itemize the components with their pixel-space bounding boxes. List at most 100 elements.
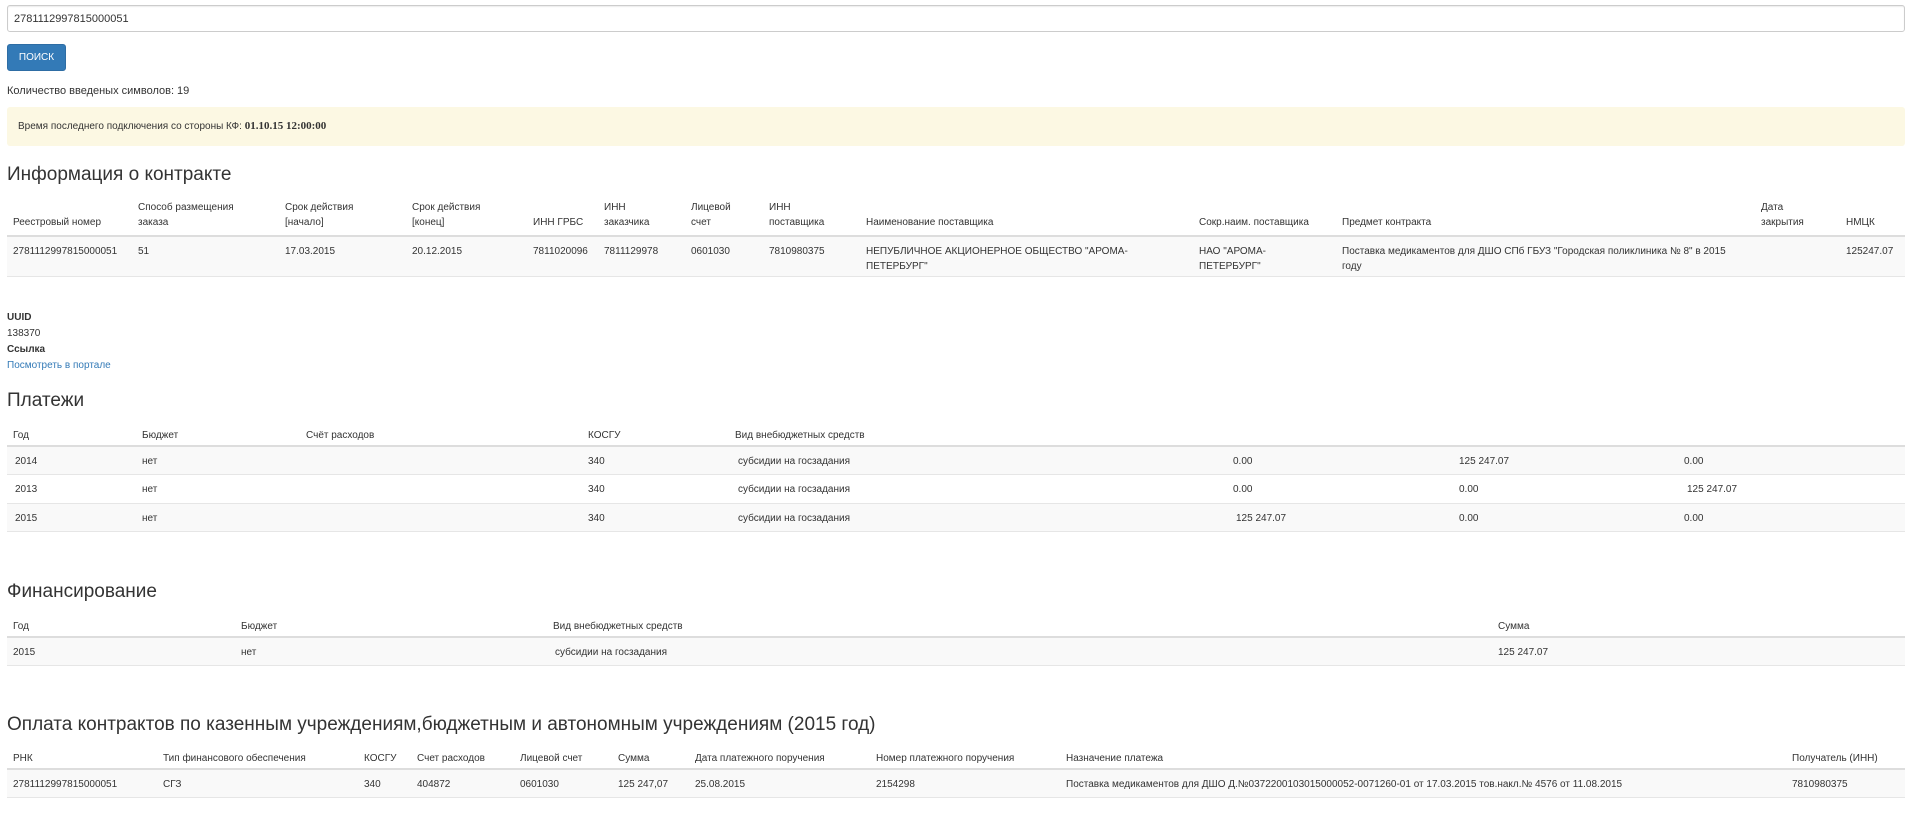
col-inn-grbs: ИНН ГРБС [533, 217, 584, 228]
cell-amount-1: 125 247.07 [1236, 513, 1287, 524]
col-close-date: Дата закрытия [1761, 202, 1804, 228]
col-rnk: РНК [13, 753, 33, 764]
col-finance-type: Тип финансового обеспечения [163, 753, 306, 764]
cell-year: 2015 [13, 647, 36, 658]
search-input[interactable] [7, 5, 1905, 32]
col-expense-account: Счет расходов [417, 753, 485, 764]
col-purpose: Назначение платежа [1066, 753, 1164, 764]
col-subject: Предмет контракта [1342, 217, 1432, 228]
cell-order-number: 2154298 [876, 779, 915, 790]
cell-account: 0601030 [520, 779, 559, 790]
alert-time: 01.10.15 12:00:00 [244, 120, 327, 132]
payments-title: Платежи [7, 390, 85, 411]
uuid-block: UUID 138370 Ссылка Посмотреть в портале [7, 310, 111, 374]
cell-year: 2015 [15, 513, 38, 524]
cell-inn-supplier: 7810980375 [769, 246, 825, 257]
col-term-start: Срок действия [начало] [285, 202, 354, 228]
col-kosgu: КОСГУ [364, 753, 397, 764]
cell-registry-number: 2781112997815000051 [13, 246, 118, 257]
cell-amount-2: 0.00 [1459, 484, 1479, 495]
contract-title: Информация о контракте [7, 164, 232, 185]
cell-year: 2014 [15, 456, 38, 467]
col-sum: Сумма [618, 753, 650, 764]
cell-inn-grbs: 7811020096 [533, 246, 588, 257]
col-year: Год [13, 621, 29, 632]
col-kosgu: КОСГУ [588, 430, 621, 441]
cell-extra-budget: субсидии на госзадания [555, 647, 668, 658]
cell-budget: нет [142, 456, 158, 467]
col-budget: Бюджет [241, 621, 278, 632]
col-placement-method: Способ размещения заказа [138, 202, 234, 228]
financing-table-header: Год Бюджет Вид внебюджетных средств Сумм… [7, 616, 1905, 638]
cell-amount-1: 0.00 [1233, 456, 1253, 467]
table-row: 2013 нет 340 субсидии на госзадания 0.00… [7, 475, 1905, 504]
cell-term-end: 20.12.2015 [412, 246, 463, 257]
cell-budget: нет [142, 484, 158, 495]
table-row: 2015 нет 340 субсидии на госзадания 125 … [7, 504, 1905, 532]
uuid-value: 138370 [7, 328, 41, 339]
cell-amount-3: 0.00 [1684, 513, 1704, 524]
cell-kosgu: 340 [588, 456, 605, 467]
cell-extra-budget: субсидии на госзадания [738, 456, 851, 467]
cell-extra-budget: субсидии на госзадания [738, 484, 851, 495]
cell-budget: нет [241, 647, 257, 658]
payments-table: Год Бюджет Счёт расходов КОСГУ Вид внебю… [7, 425, 1905, 532]
financing-table: Год Бюджет Вид внебюджетных средств Сумм… [7, 616, 1905, 666]
col-extra-budget: Вид внебюджетных средств [553, 621, 683, 632]
cell-amount-1: 0.00 [1233, 484, 1253, 495]
table-row: 2781112997815000051 51 17.03.2015 20.12.… [7, 237, 1905, 277]
uuid-label: UUID [7, 312, 32, 323]
cell-nmck: 125247.07 [1846, 246, 1894, 257]
pay-contracts-table: РНК Тип финансового обеспечения КОСГУ Сч… [7, 748, 1905, 798]
table-row: 2781112997815000051 СГЗ 340 404872 06010… [7, 770, 1905, 798]
cell-order-date: 25.08.2015 [695, 779, 746, 790]
col-registry-number: Реестровый номер [13, 217, 102, 228]
cell-amount-2: 0.00 [1459, 513, 1479, 524]
financing-title: Финансирование [7, 581, 157, 602]
portal-link[interactable]: Посмотреть в портале [7, 360, 111, 371]
col-sum: Сумма [1498, 621, 1530, 632]
last-connection-alert: Время последнего подключения со стороны … [7, 107, 1905, 146]
cell-recipient: 7810980375 [1792, 779, 1848, 790]
search-button[interactable]: ПОИСК [7, 44, 66, 71]
cell-supplier-short: НАО "АРОМА-ПЕТЕРБУРГ" [1199, 246, 1267, 272]
contract-table: Реестровый номер Способ размещения заказ… [7, 197, 1905, 277]
col-account: Лицевой счет [691, 202, 731, 228]
col-budget: Бюджет [142, 430, 179, 441]
alert-text: Время последнего подключения со стороны … [18, 121, 245, 132]
contract-table-header: Реестровый номер Способ размещения заказ… [7, 197, 1905, 237]
col-order-number: Номер платежного поручения [876, 753, 1015, 764]
cell-supplier-name: НЕПУБЛИЧНОЕ АКЦИОНЕРНОЕ ОБЩЕСТВО "АРОМА-… [866, 246, 1128, 272]
cell-purpose: Поставка медикаментов для ДШО Д.№0372200… [1066, 779, 1623, 790]
cell-placement-method: 51 [138, 246, 150, 257]
cell-amount-2: 125 247.07 [1459, 456, 1510, 467]
cell-rnk: 2781112997815000051 [13, 779, 118, 790]
table-row: 2015 нет субсидии на госзадания 125 247.… [7, 638, 1905, 666]
cell-kosgu: 340 [364, 779, 381, 790]
cell-inn-customer: 7811129978 [604, 246, 659, 257]
col-inn-supplier: ИНН поставщика [769, 202, 825, 228]
link-label: Ссылка [7, 344, 46, 355]
cell-extra-budget: субсидии на госзадания [738, 513, 851, 524]
cell-kosgu: 340 [588, 513, 605, 524]
table-row: 2014 нет 340 субсидии на госзадания 0.00… [7, 447, 1905, 475]
col-account: Лицевой счет [520, 753, 583, 764]
col-term-end: Срок действия [конец] [412, 202, 481, 228]
cell-term-start: 17.03.2015 [285, 246, 336, 257]
cell-year: 2013 [15, 484, 38, 495]
cell-amount-3: 125 247.07 [1687, 484, 1738, 495]
cell-sum: 125 247,07 [618, 779, 669, 790]
cell-sum: 125 247.07 [1498, 647, 1549, 658]
pay-contracts-title: Оплата контрактов по казенным учреждения… [7, 714, 876, 735]
col-recipient: Получатель (ИНН) [1792, 753, 1878, 764]
col-supplier-short: Сокр.наим. поставщика [1199, 217, 1309, 228]
payments-table-header: Год Бюджет Счёт расходов КОСГУ Вид внебю… [7, 425, 1905, 447]
cell-expense-account: 404872 [417, 779, 451, 790]
col-expense-account: Счёт расходов [306, 430, 375, 441]
char-count: Количество введеных символов: 19 [7, 85, 190, 97]
cell-finance-type: СГЗ [163, 779, 182, 790]
cell-amount-3: 0.00 [1684, 456, 1704, 467]
col-nmck: НМЦК [1846, 217, 1875, 228]
cell-budget: нет [142, 513, 158, 524]
cell-account: 0601030 [691, 246, 730, 257]
